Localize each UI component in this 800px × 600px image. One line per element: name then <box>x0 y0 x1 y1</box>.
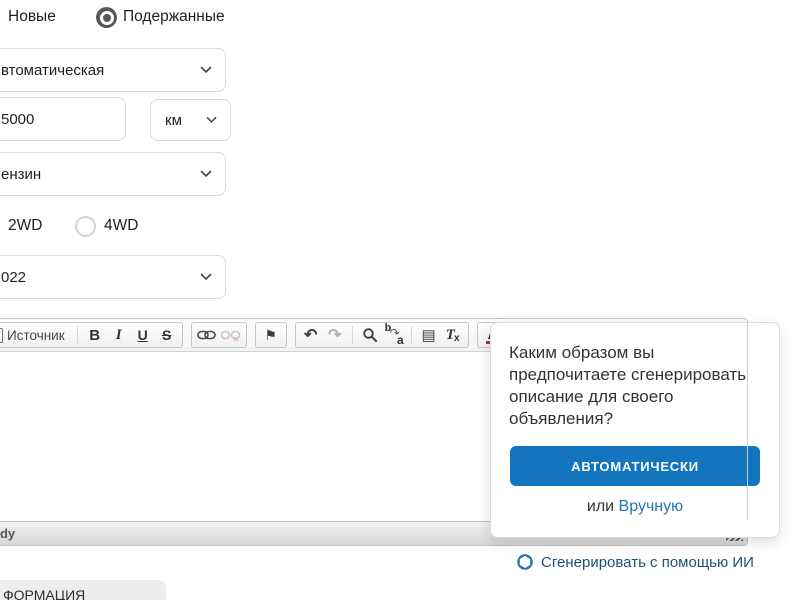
fuel-select[interactable]: ензин <box>0 152 226 196</box>
strikethrough-button[interactable]: S <box>155 324 179 346</box>
source-button-label: Источник <box>7 327 65 343</box>
generate-with-ai-label: Сгенерировать с помощью ИИ <box>541 553 754 571</box>
generate-with-ai-link[interactable]: Сгенерировать с помощью ИИ <box>490 553 780 571</box>
editor-path-text[interactable]: ody <box>0 526 15 541</box>
find-button[interactable] <box>358 324 382 346</box>
popup-question-line: предпочитаете сгенерировать <box>509 365 747 384</box>
editor-right-border <box>747 322 748 520</box>
manual-link[interactable]: Вручную <box>619 498 684 515</box>
ai-description-popup: Каким образом вы предпочитаете сгенериро… <box>490 322 780 538</box>
radio-label-new[interactable]: Новые <box>8 8 56 26</box>
bold-button[interactable]: B <box>83 324 107 346</box>
or-text: или <box>586 498 615 515</box>
flag-icon: ⚑ <box>264 326 277 343</box>
toolbar-group-anchor: ⚑ <box>254 322 287 348</box>
remove-format-button[interactable]: T x <box>441 324 465 346</box>
or-manual-row: или Вручную <box>509 498 761 516</box>
replace-icon: b ↷ a <box>384 322 404 347</box>
source-doc-icon <box>0 327 3 343</box>
page: Новые Подержанные втоматическая км ензин… <box>0 0 800 600</box>
underline-button[interactable]: U <box>131 324 155 346</box>
chevron-down-icon <box>200 273 212 281</box>
popup-question-line: Каким образом вы <box>509 343 655 362</box>
select-all-button[interactable]: ▤ <box>417 324 441 346</box>
link-button[interactable] <box>195 324 219 346</box>
redo-button[interactable]: ↷ <box>323 324 347 346</box>
toolbar-group-edit: ↶ ↷ b ↷ a ▤ T x <box>294 322 469 348</box>
popup-question-line: описание для своего <box>509 387 674 406</box>
anchor-button[interactable]: ⚑ <box>259 324 283 346</box>
toolbar-group-links <box>190 322 247 348</box>
radio-label-used[interactable]: Подержанные <box>123 8 225 26</box>
toolbar-separator <box>76 326 78 344</box>
select-all-icon: ▤ <box>421 327 436 344</box>
information-tab[interactable]: ФОРМАЦИЯ <box>0 580 166 600</box>
radio-label-2wd[interactable]: 2WD <box>8 217 42 235</box>
mileage-unit-value: км <box>165 111 182 129</box>
unlink-button[interactable] <box>219 324 243 346</box>
year-select[interactable]: 022 <box>0 255 226 299</box>
fuel-select-value: ензин <box>1 165 42 183</box>
mileage-input[interactable] <box>0 97 126 141</box>
automatic-button[interactable]: АВТОМАТИЧЕСКИ <box>510 446 760 486</box>
italic-button[interactable]: I <box>107 324 131 346</box>
radio-label-4wd[interactable]: 4WD <box>104 217 138 235</box>
radio-4wd[interactable] <box>75 216 96 237</box>
openai-icon <box>517 554 533 570</box>
chevron-down-icon <box>206 116 217 123</box>
unlink-icon <box>221 330 241 341</box>
toolbar-separator <box>351 326 353 344</box>
popup-question-line: объявления? <box>509 409 614 428</box>
transmission-select-value: втоматическая <box>1 61 105 79</box>
radio-used[interactable] <box>96 7 117 28</box>
information-tab-label: ФОРМАЦИЯ <box>3 587 86 600</box>
radio-used-dot <box>102 13 111 22</box>
year-select-value: 022 <box>1 268 27 286</box>
mileage-unit-select[interactable]: км <box>150 99 231 141</box>
undo-button[interactable]: ↶ <box>299 324 323 346</box>
toolbar-group-basic: Источник B I U S <box>0 322 183 348</box>
chevron-down-icon <box>200 170 212 178</box>
transmission-select[interactable]: втоматическая <box>0 48 226 92</box>
replace-button[interactable]: b ↷ a <box>382 322 406 347</box>
toolbar-separator <box>410 326 412 344</box>
radio-used-ring <box>99 10 114 25</box>
chevron-down-icon <box>200 66 212 74</box>
search-icon <box>362 328 377 342</box>
source-button[interactable]: Источник <box>0 324 72 346</box>
link-icon <box>197 330 216 340</box>
